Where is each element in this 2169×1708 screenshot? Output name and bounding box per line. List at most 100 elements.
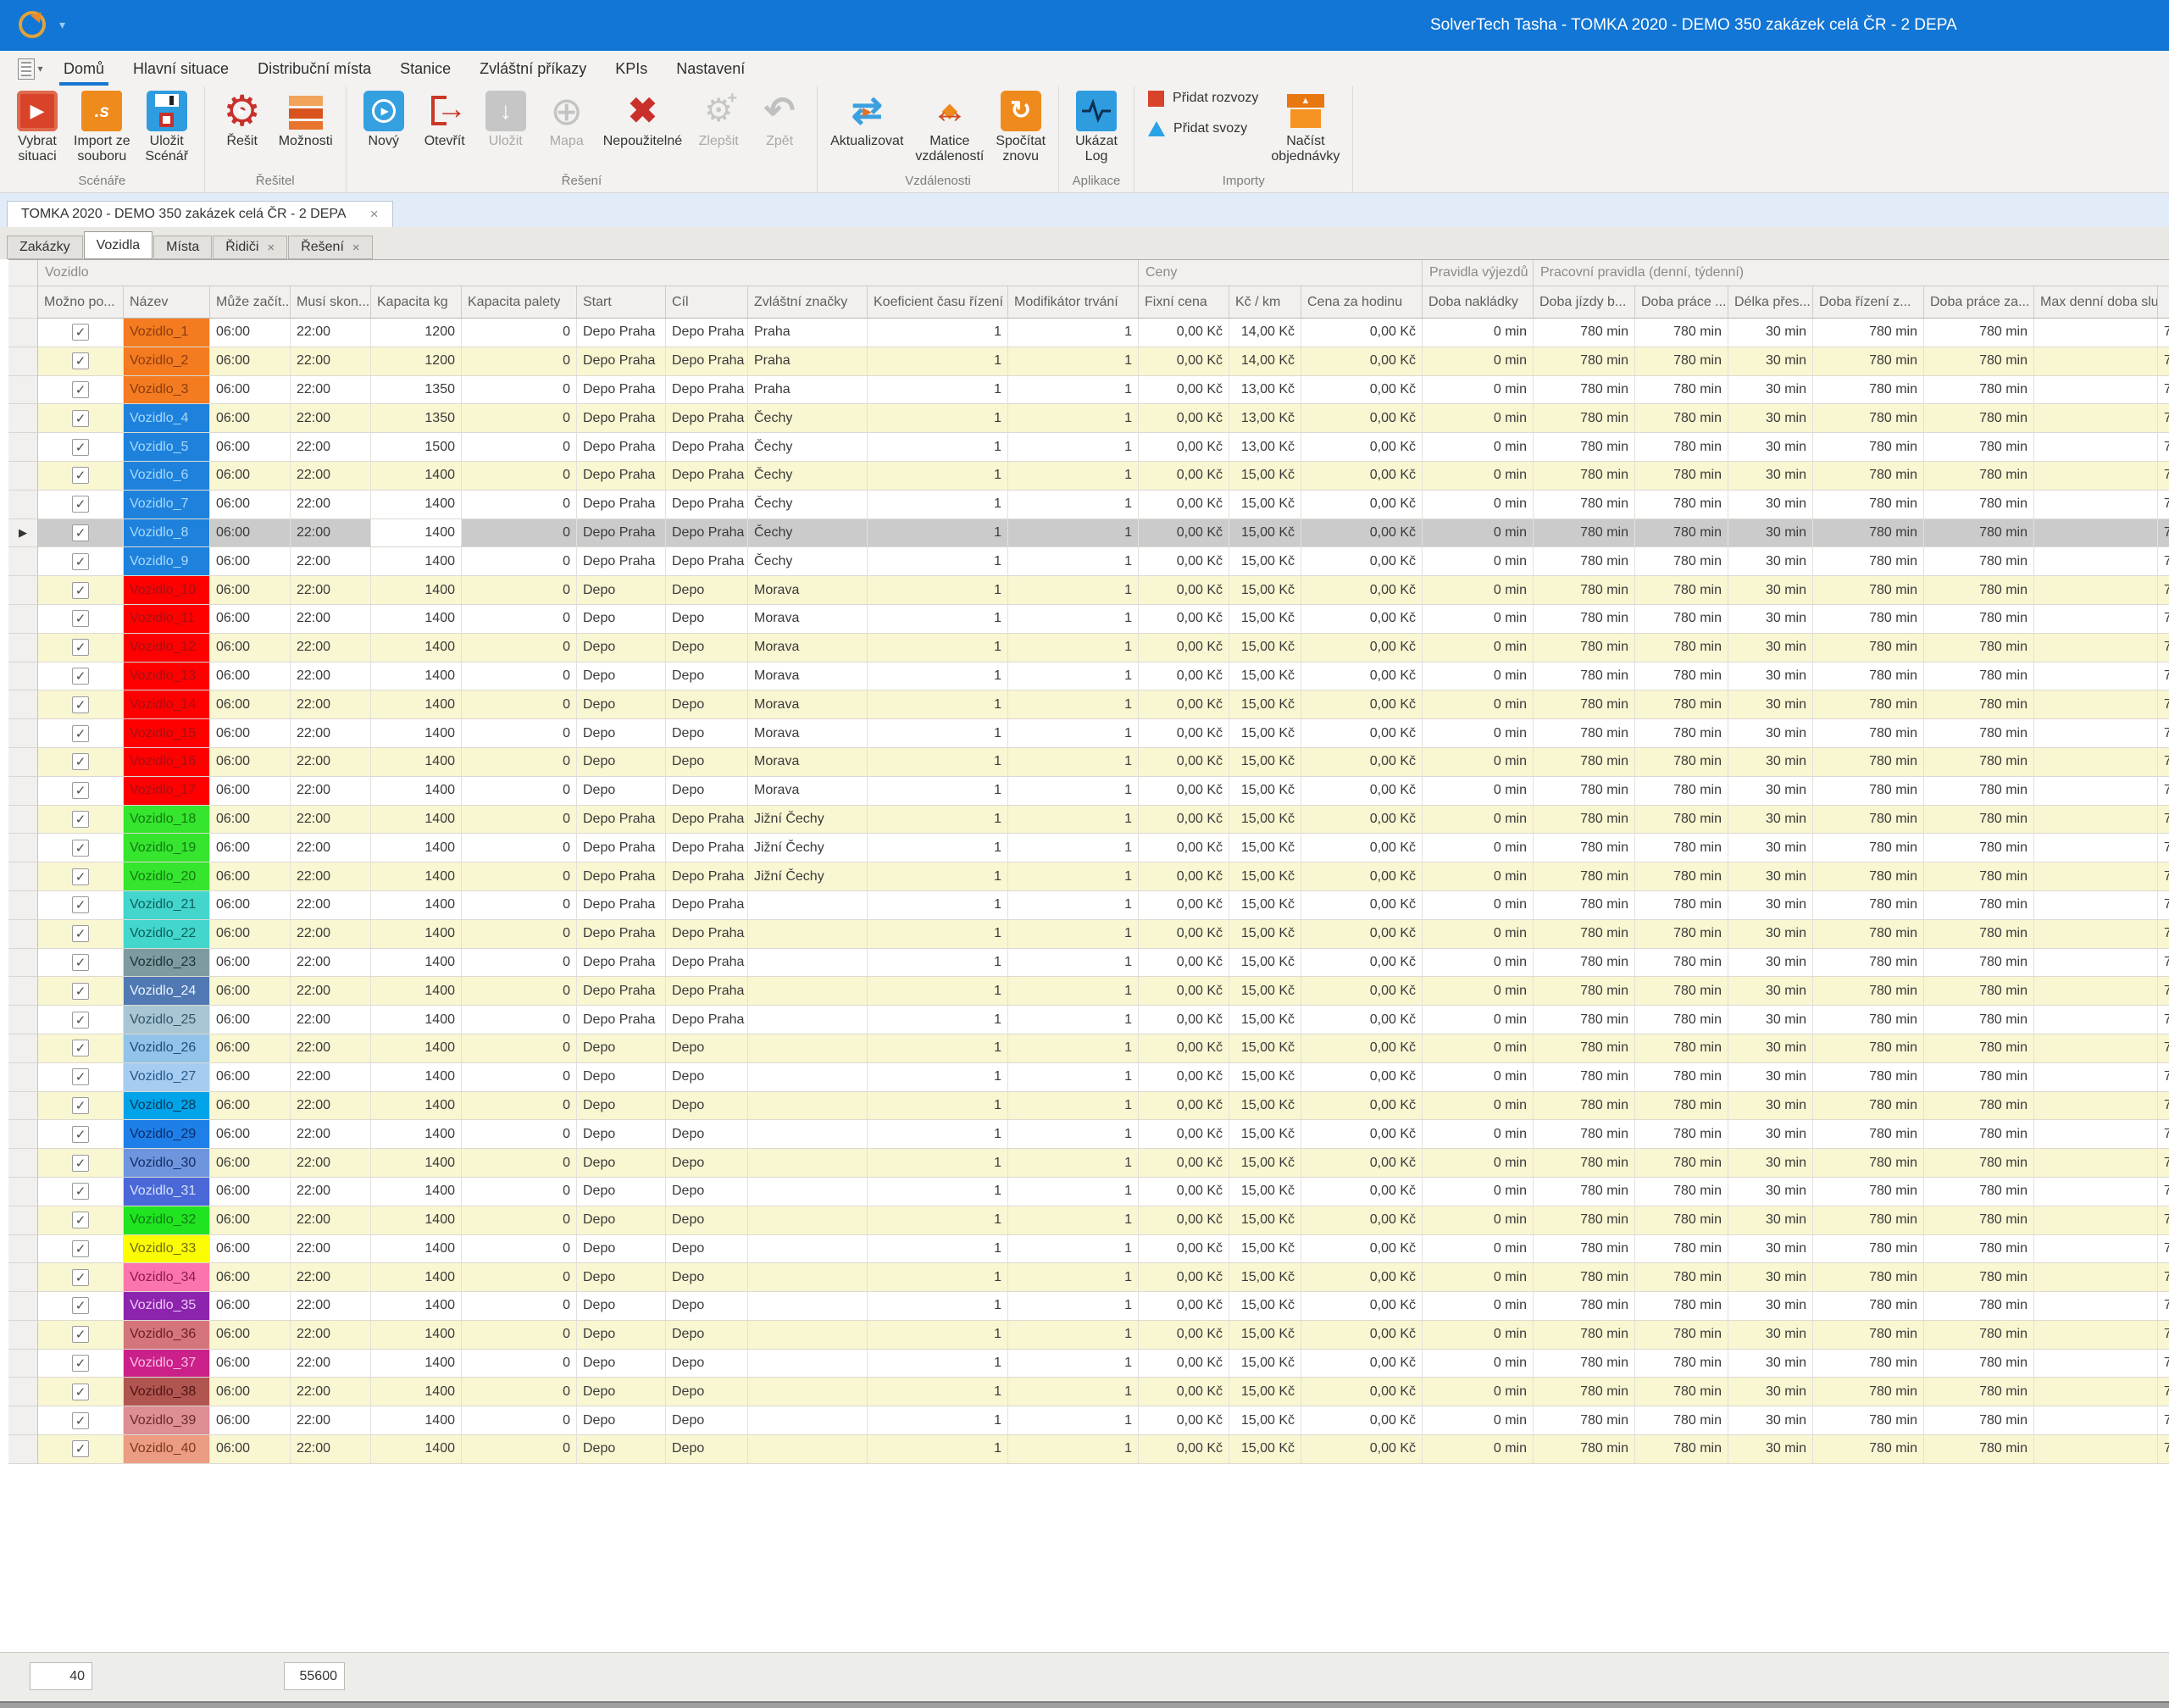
cell-jizdy[interactable]: 780 min <box>1534 433 1635 462</box>
column-header-modif[interactable]: Modifikátor trvání <box>1008 286 1139 319</box>
cell-kg[interactable]: 1400 <box>371 1063 462 1092</box>
cell-cil[interactable]: Depo <box>666 748 748 777</box>
cell-delka[interactable]: 30 min <box>1728 977 1813 1006</box>
row-checkbox[interactable]: ✓ <box>72 753 89 770</box>
cell-praceza[interactable]: 780 min <box>1924 491 2034 519</box>
row-checkbox[interactable]: ✓ <box>72 1183 89 1200</box>
cell-zacit[interactable]: 06:00 <box>210 1120 291 1149</box>
cell-max[interactable] <box>2034 777 2158 806</box>
vehicle-name-cell[interactable]: Vozidlo_23 <box>124 949 210 978</box>
cell-start[interactable]: Depo <box>577 1149 666 1178</box>
ulozit-scenar-button[interactable]: Uložit Scénář <box>136 88 197 167</box>
cell-koef[interactable]: 1 <box>868 491 1008 519</box>
cell-kg[interactable]: 1350 <box>371 404 462 433</box>
row-header[interactable] <box>8 1178 38 1206</box>
cell-zacit[interactable]: 06:00 <box>210 949 291 978</box>
cell-fixni[interactable]: 0,00 Kč <box>1139 748 1229 777</box>
cell-rizeni[interactable]: 780 min <box>1813 1206 1924 1235</box>
cell-palety[interactable]: 0 <box>462 977 577 1006</box>
cell-cut[interactable]: 78 <box>2158 605 2169 634</box>
cell-check[interactable]: ✓ <box>38 1092 124 1121</box>
cell-palety[interactable]: 0 <box>462 1350 577 1378</box>
cell-rizeni[interactable]: 780 min <box>1813 1292 1924 1321</box>
cell-skon[interactable]: 22:00 <box>291 834 371 862</box>
cell-znacky[interactable] <box>748 977 868 1006</box>
cell-prace[interactable]: 780 min <box>1635 777 1728 806</box>
cell-koef[interactable]: 1 <box>868 1149 1008 1178</box>
cell-rizeni[interactable]: 780 min <box>1813 347 1924 376</box>
cell-cut[interactable]: 78 <box>2158 949 2169 978</box>
cell-max[interactable] <box>2034 891 2158 920</box>
cell-check[interactable]: ✓ <box>38 1263 124 1292</box>
cell-max[interactable] <box>2034 519 2158 548</box>
cell-check[interactable]: ✓ <box>38 1006 124 1034</box>
cell-cut[interactable]: 78 <box>2158 1435 2169 1464</box>
row-checkbox[interactable]: ✓ <box>72 668 89 685</box>
row-header[interactable] <box>8 1092 38 1121</box>
cell-jizdy[interactable]: 780 min <box>1534 690 1635 719</box>
cell-modif[interactable]: 1 <box>1008 1120 1139 1149</box>
cell-km[interactable]: 15,00 Kč <box>1229 1120 1301 1149</box>
cell-start[interactable]: Depo Praha <box>577 491 666 519</box>
cell-rizeni[interactable]: 780 min <box>1813 376 1924 405</box>
cell-modif[interactable]: 1 <box>1008 748 1139 777</box>
cell-praceza[interactable]: 780 min <box>1924 834 2034 862</box>
cell-zacit[interactable]: 06:00 <box>210 663 291 691</box>
cell-start[interactable]: Depo Praha <box>577 806 666 835</box>
cell-fixni[interactable]: 0,00 Kč <box>1139 806 1229 835</box>
cell-jizdy[interactable]: 780 min <box>1534 1178 1635 1206</box>
cell-cil[interactable]: Depo <box>666 1092 748 1121</box>
cell-nak[interactable]: 0 min <box>1423 547 1534 576</box>
column-header-check[interactable]: Možno po... <box>38 286 124 319</box>
cell-praceza[interactable]: 780 min <box>1924 690 2034 719</box>
cell-praceza[interactable]: 780 min <box>1924 891 2034 920</box>
column-header-skon[interactable]: Musí skon... <box>291 286 371 319</box>
cell-rizeni[interactable]: 780 min <box>1813 977 1924 1006</box>
otevrit-button[interactable]: → Otevřít <box>414 88 475 152</box>
cell-check[interactable]: ✓ <box>38 1120 124 1149</box>
cell-cut[interactable]: 78 <box>2158 1206 2169 1235</box>
cell-modif[interactable]: 1 <box>1008 862 1139 891</box>
cell-koef[interactable]: 1 <box>868 1206 1008 1235</box>
vehicle-name-cell[interactable]: Vozidlo_39 <box>124 1406 210 1435</box>
cell-zacit[interactable]: 06:00 <box>210 1149 291 1178</box>
cell-rizeni[interactable]: 780 min <box>1813 891 1924 920</box>
cell-modif[interactable]: 1 <box>1008 1178 1139 1206</box>
cell-cil[interactable]: Depo <box>666 1321 748 1350</box>
cell-check[interactable]: ✓ <box>38 519 124 548</box>
cell-koef[interactable]: 1 <box>868 1292 1008 1321</box>
cell-praceza[interactable]: 780 min <box>1924 347 2034 376</box>
cell-kg[interactable]: 1400 <box>371 1206 462 1235</box>
cell-prace[interactable]: 780 min <box>1635 491 1728 519</box>
cell-znacky[interactable]: Čechy <box>748 547 868 576</box>
cell-fixni[interactable]: 0,00 Kč <box>1139 891 1229 920</box>
cell-delka[interactable]: 30 min <box>1728 777 1813 806</box>
cell-check[interactable]: ✓ <box>38 949 124 978</box>
cell-jizdy[interactable]: 780 min <box>1534 1034 1635 1063</box>
cell-rizeni[interactable]: 780 min <box>1813 519 1924 548</box>
cell-znacky[interactable]: Morava <box>748 634 868 663</box>
cell-start[interactable]: Depo <box>577 634 666 663</box>
cell-palety[interactable]: 0 <box>462 519 577 548</box>
cell-skon[interactable]: 22:00 <box>291 1321 371 1350</box>
cell-kg[interactable]: 1400 <box>371 977 462 1006</box>
cell-koef[interactable]: 1 <box>868 519 1008 548</box>
cell-delka[interactable]: 30 min <box>1728 404 1813 433</box>
cell-zacit[interactable]: 06:00 <box>210 748 291 777</box>
cell-fixni[interactable]: 0,00 Kč <box>1139 547 1229 576</box>
cell-delka[interactable]: 30 min <box>1728 1263 1813 1292</box>
vehicle-name-cell[interactable]: Vozidlo_34 <box>124 1263 210 1292</box>
row-header[interactable] <box>8 1435 38 1464</box>
cell-zacit[interactable]: 06:00 <box>210 319 291 347</box>
cell-praceza[interactable]: 780 min <box>1924 806 2034 835</box>
cell-prace[interactable]: 780 min <box>1635 1406 1728 1435</box>
row-header[interactable] <box>8 319 38 347</box>
cell-koef[interactable]: 1 <box>868 1034 1008 1063</box>
cell-znacky[interactable] <box>748 1292 868 1321</box>
cell-modif[interactable]: 1 <box>1008 891 1139 920</box>
cell-cil[interactable]: Depo <box>666 1120 748 1149</box>
cell-prace[interactable]: 780 min <box>1635 977 1728 1006</box>
cell-cil[interactable]: Depo <box>666 690 748 719</box>
cell-jizdy[interactable]: 780 min <box>1534 949 1635 978</box>
cell-prace[interactable]: 780 min <box>1635 1235 1728 1264</box>
